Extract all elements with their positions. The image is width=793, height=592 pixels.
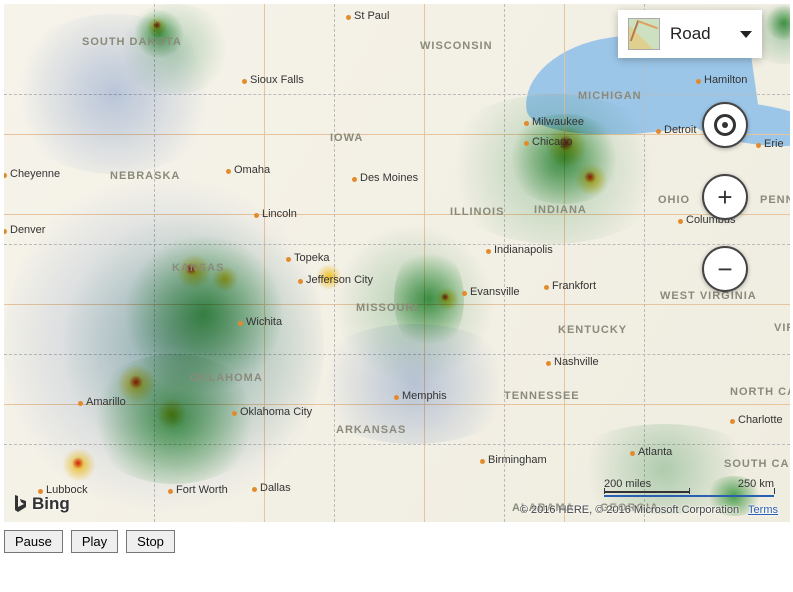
city-dot xyxy=(546,361,551,366)
city-dot xyxy=(544,285,549,290)
city-dot xyxy=(242,79,247,84)
map[interactable]: SOUTH DAKOTAWISCONSINMICHIGANIOWANEBRASK… xyxy=(4,4,790,522)
city-dot xyxy=(524,121,529,126)
play-button[interactable]: Play xyxy=(71,530,118,553)
city-dot xyxy=(524,141,529,146)
scale-bar: 200 miles 250 km xyxy=(604,478,774,498)
city-dot xyxy=(168,489,173,494)
city-dot xyxy=(696,79,701,84)
city-dot xyxy=(486,249,491,254)
stop-button[interactable]: Stop xyxy=(126,530,175,553)
city-dot xyxy=(254,213,259,218)
city-dot xyxy=(462,291,467,296)
bing-logo: Bing xyxy=(12,494,70,514)
locate-button[interactable] xyxy=(702,102,748,148)
scale-km: 250 km xyxy=(738,478,774,490)
map-type-thumb-icon xyxy=(628,18,660,50)
city-dot xyxy=(656,129,661,134)
pause-button[interactable]: Pause xyxy=(4,530,63,553)
city-dot xyxy=(252,487,257,492)
map-attribution: © 2016 HERE, © 2016 Microsoft Corporatio… xyxy=(520,504,778,516)
city-dot xyxy=(346,15,351,20)
scale-miles: 200 miles xyxy=(604,478,651,490)
city-dot xyxy=(730,419,735,424)
city-dot xyxy=(298,279,303,284)
city-dot xyxy=(352,177,357,182)
city-dot xyxy=(232,411,237,416)
zoom-in-button[interactable]: + xyxy=(702,174,748,220)
city-dot xyxy=(394,395,399,400)
zoom-out-button[interactable]: − xyxy=(702,246,748,292)
minus-icon: − xyxy=(717,254,732,285)
city-dot xyxy=(286,257,291,262)
plus-icon: + xyxy=(717,182,732,213)
map-type-selector[interactable]: Road xyxy=(618,10,762,58)
city-dot xyxy=(238,321,243,326)
city-dot xyxy=(480,459,485,464)
bing-icon xyxy=(12,494,28,514)
map-type-label: Road xyxy=(670,24,711,44)
chevron-down-icon xyxy=(740,31,752,38)
terms-link[interactable]: Terms xyxy=(748,504,778,516)
map-terrain xyxy=(4,4,790,522)
locate-icon xyxy=(714,114,736,136)
city-dot xyxy=(226,169,231,174)
city-dot xyxy=(756,143,761,148)
city-dot xyxy=(678,219,683,224)
city-dot xyxy=(78,401,83,406)
animation-controls: Pause Play Stop xyxy=(4,530,789,553)
city-dot xyxy=(630,451,635,456)
